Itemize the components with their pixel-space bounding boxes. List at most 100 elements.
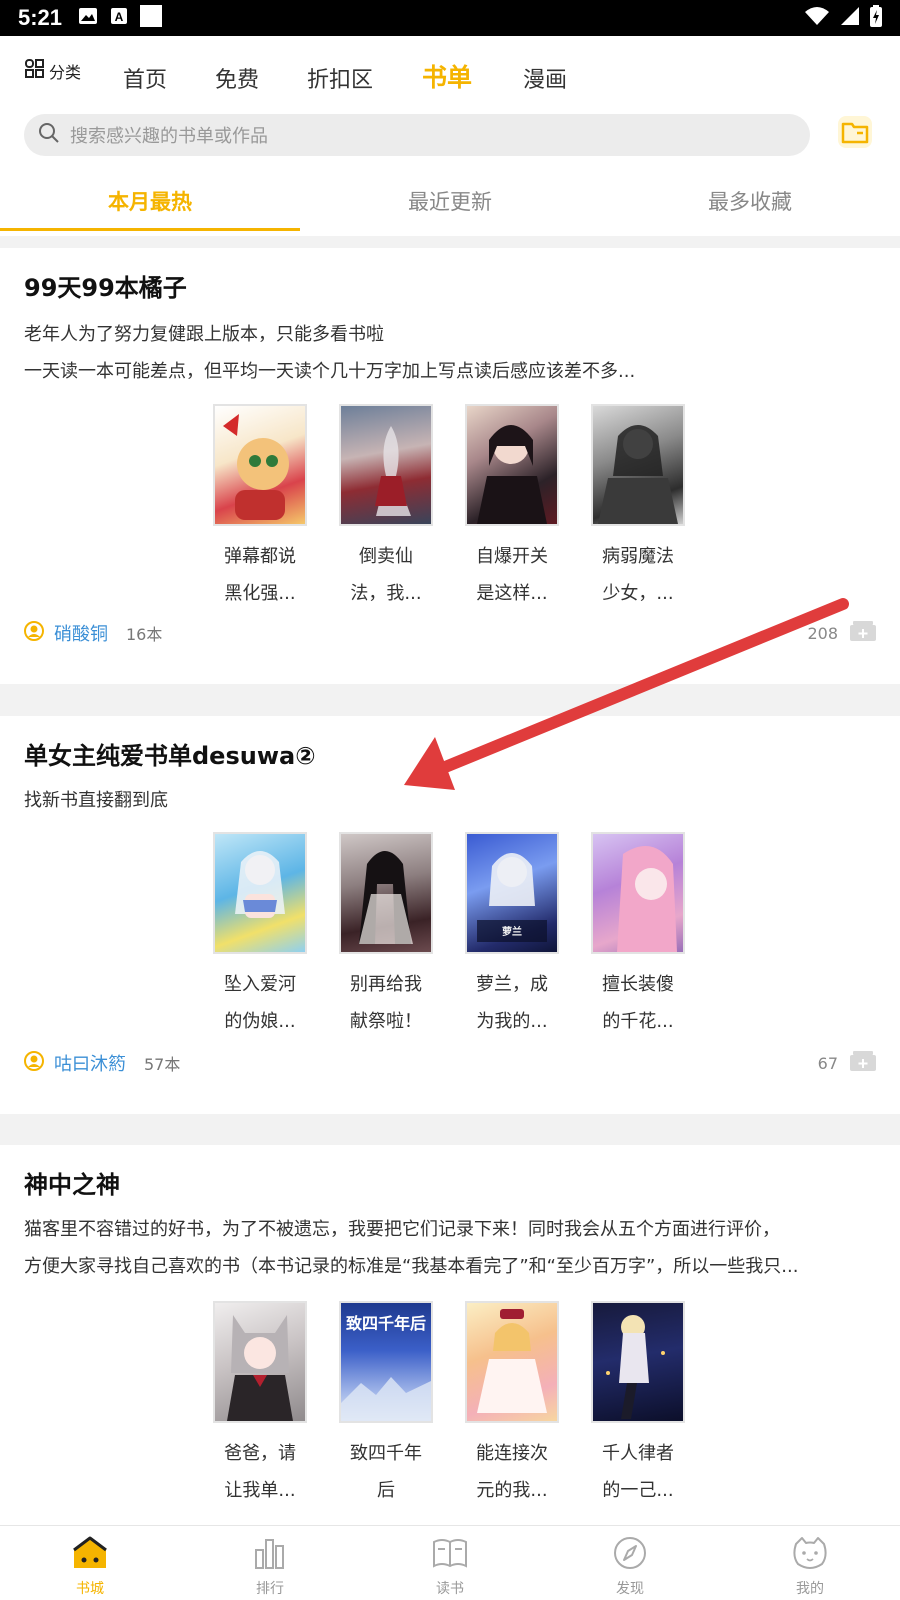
compass-icon [612,1536,648,1574]
book-item[interactable]: 坠入爱河的伪娘... [213,832,307,1040]
book-title-line: 黑化强... [224,583,296,604]
book-item[interactable]: 萝兰 萝兰，成为我的... [465,832,559,1040]
add-to-shelf-icon[interactable] [850,621,876,645]
book-cover [465,404,559,526]
book-title-line: 倒卖仙 [359,546,413,567]
folder-icon[interactable] [838,116,872,152]
book-title-line: 为我的... [476,1011,548,1032]
book-cover [213,1301,307,1423]
book-title-line: 爸爸，请 [224,1443,296,1464]
book-title-line: 坠入爱河 [224,974,296,995]
author-link[interactable]: 咕曰沐箹 [54,1050,126,1076]
book-title-line: 病弱魔法 [602,546,674,567]
user-icon [24,621,44,645]
bottom-nav-profile[interactable]: 我的 [720,1526,900,1600]
book-title-line: 的伪娘... [224,1011,296,1032]
book-cover [591,404,685,526]
book-count: 16本 [126,625,163,644]
blank-notification-icon [140,5,163,31]
book-row: 坠入爱河的伪娘... 别再给我献祭啦！ 萝兰 萝兰，成为我的... 擅长装傻 的千… [213,832,685,1040]
category-label: 分类 [49,63,82,82]
header: 分类 首页 免费 折扣区 书单 漫画 搜索感兴趣的书单或作品 本月最热 最近更新… [0,36,900,236]
bottom-nav-bookstore[interactable]: 书城 [0,1526,180,1600]
book-item[interactable]: 病弱魔法少女，... [591,404,685,612]
booklist-footer: 咕曰沐箹 57本 67 [24,1050,876,1076]
booklist-description-line: 方便大家寻找自己喜欢的书（本书记录的标准是“我基本看完了”和“至少百万字”，所以… [24,1256,799,1277]
book-cover [339,404,433,526]
book-title-line: 自爆开关 [476,546,548,567]
book-item[interactable]: 擅长装傻 的千花... [591,832,685,1040]
bottom-nav-label: 发现 [616,1581,644,1597]
svg-text:萝兰: 萝兰 [502,925,522,938]
book-row: 弹幕都说黑化强... 倒卖仙 法，我... 自爆开关是这样... 病弱魔法少女，.… [213,404,685,612]
booklist-description-line: 一天读一本可能差点，但平均一天读个几十万字加上写点读后感应该差不多... [24,361,636,382]
book-title-line: 是这样... [476,583,548,604]
book-title-line: 致四千年 [350,1443,422,1464]
bottom-nav-ranking[interactable]: 排行 [180,1526,360,1600]
book-item[interactable]: 弹幕都说黑化强... [213,404,307,612]
search-icon [38,122,60,148]
tab-most-favorited[interactable]: 最多收藏 [600,186,900,216]
add-to-shelf-icon[interactable] [850,1051,876,1075]
status-bar: 5:21 A [0,0,900,36]
home-icon [72,1536,108,1574]
book-cover [339,832,433,954]
booklist-description-line: 找新书直接翻到底 [24,790,168,811]
bottom-nav-discover[interactable]: 发现 [540,1526,720,1600]
cat-face-icon [792,1536,828,1574]
favorite-count: 208 [807,623,838,643]
book-title-line: 的一己... [602,1480,674,1501]
book-cover [465,1301,559,1423]
nav-tab-comics[interactable]: 漫画 [523,62,567,94]
book-item[interactable]: 爸爸，请让我单... [213,1301,307,1509]
battery-icon [870,5,882,31]
nav-tab-discount[interactable]: 折扣区 [307,62,373,94]
top-nav: 分类 首页 免费 折扣区 书单 漫画 [0,52,900,102]
book-item[interactable]: 倒卖仙 法，我... [339,404,433,612]
booklist-card[interactable]: 单女主纯爱书单desuwa② 找新书直接翻到底 坠入爱河 的伪娘... 别再给我献… [0,716,900,1114]
bottom-nav-label: 我的 [796,1581,824,1597]
book-cover [591,832,685,954]
status-time: 5:21 [18,5,63,30]
book-cover [213,832,307,954]
search-input[interactable]: 搜索感兴趣的书单或作品 [24,114,810,156]
nav-tab-home[interactable]: 首页 [123,62,167,94]
book-title-line: 让我单... [224,1480,296,1501]
booklist-footer: 硝酸铜 16本 208 [24,620,876,646]
book-item[interactable]: 能连接次 元的我... [465,1301,559,1509]
book-cover [591,1301,685,1423]
book-title-line: 弹幕都说 [224,546,296,567]
signal-icon [840,6,860,30]
book-title-line: 后 [377,1480,395,1501]
book-item[interactable]: 别再给我献祭啦！ [339,832,433,1040]
svg-text:致四千年后: 致四千年后 [346,1314,426,1333]
book-title-line: 献祭啦！ [350,1011,422,1032]
bottom-nav: 书城 排行 读书 发现 我的 [0,1525,900,1600]
tab-recently-updated[interactable]: 最近更新 [300,186,600,216]
image-notification-icon [78,7,98,29]
book-count: 57本 [144,1055,181,1074]
book-title-line: 别再给我 [350,974,422,995]
booklist-description-line: 猫客里不容错过的好书，为了不被遗忘，我要把它们记录下来！同时我会从五个方面进行评… [24,1219,780,1240]
bottom-nav-label: 读书 [436,1581,464,1597]
book-item[interactable]: 致四千年后 致四千年后 [339,1301,433,1509]
book-title-line: 擅长装傻 [602,974,674,995]
bottom-nav-label: 排行 [256,1581,284,1597]
book-cover [213,404,307,526]
author-link[interactable]: 硝酸铜 [54,620,108,646]
tab-monthly-hot[interactable]: 本月最热 [0,186,300,216]
book-title-line: 萝兰，成 [476,974,548,995]
user-icon [24,1051,44,1075]
booklist-card[interactable]: 99天99本橘子 老年人为了努力复健跟上版本，只能多看书啦 一天读一本可能差点，… [0,248,900,684]
book-title-line: 少女，... [602,583,674,604]
book-item[interactable]: 自爆开关是这样... [465,404,559,612]
booklist-card[interactable]: 神中之神 猫客里不容错过的好书，为了不被遗忘，我要把它们记录下来！同时我会从五个… [0,1145,900,1525]
category-button[interactable]: 分类 [24,58,81,84]
screen: 5:21 A 分类 首页 免费 折扣区 书单 漫画 搜索感兴趣的书单或作品 本月… [0,0,900,1600]
book-item[interactable]: 千人律者的一己... [591,1301,685,1509]
nav-tab-booklist[interactable]: 书单 [422,58,472,94]
nav-tab-free[interactable]: 免费 [215,62,259,94]
booklist-title: 神中之神 [24,1171,120,1199]
bottom-nav-reading[interactable]: 读书 [360,1526,540,1600]
book-title-line: 千人律者 [602,1443,674,1464]
